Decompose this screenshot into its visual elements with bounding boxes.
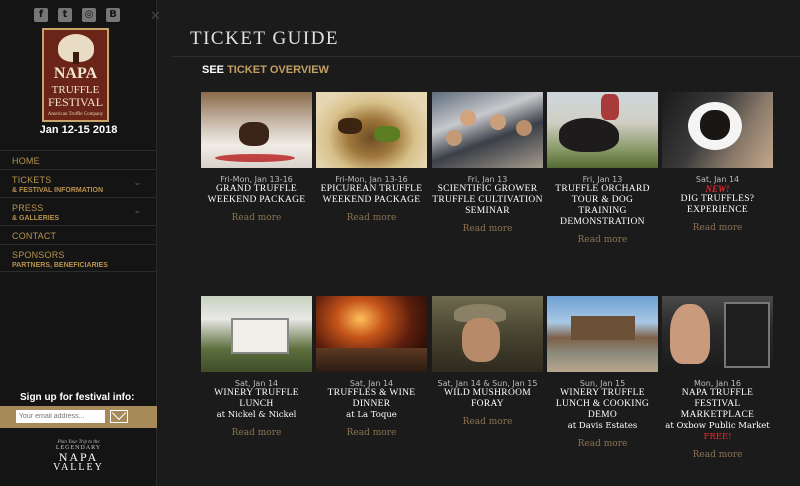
nav-item-contact[interactable]: CONTACT xyxy=(0,225,157,244)
blogger-icon[interactable]: B xyxy=(106,8,120,22)
event-date: Fri, Jan 13 xyxy=(467,175,508,184)
event-venue: at La Toque xyxy=(346,410,397,420)
logo-line-3: FESTIVAL xyxy=(47,95,104,109)
event-date: Sat, Jan 14 xyxy=(234,379,279,388)
event-card[interactable]: Sun, Jan 15 Winery Truffle Lunch & Cooki… xyxy=(547,296,658,449)
read-more-link[interactable]: Read more xyxy=(201,428,312,438)
see-overview: SEE TICKET OVERVIEW xyxy=(202,64,329,76)
napa-valley-logo[interactable]: Plan Your Trip to the LEGENDARY NAPA VAL… xyxy=(0,440,157,473)
event-date: Fri-Mon, Jan 13-16 xyxy=(220,175,293,184)
event-date: Sat, Jan 14 xyxy=(695,175,740,184)
event-card[interactable]: Fri, Jan 13 Truffle Orchard Tour & Dog T… xyxy=(547,92,658,245)
event-card[interactable]: Fri-Mon, Jan 13-16 Epicurean Truffle Wee… xyxy=(316,92,427,223)
plan-line-4: VALLEY xyxy=(53,462,104,473)
event-image[interactable] xyxy=(201,92,312,168)
event-image[interactable] xyxy=(432,296,543,372)
new-badge: NEW! xyxy=(705,184,730,194)
logo-line-4: American Truffle Company xyxy=(47,112,104,117)
event-venue: at Oxbow Public Market xyxy=(665,421,770,431)
read-more-link[interactable]: Read more xyxy=(316,428,427,438)
read-more-link[interactable]: Read more xyxy=(547,235,658,245)
read-more-link[interactable]: Read more xyxy=(316,213,427,223)
sidebar: f t ◎ B ✕ NAPA TRUFFLE FESTIVAL American… xyxy=(0,0,161,486)
event-title[interactable]: Grand Truffle Weekend Package xyxy=(201,184,312,206)
nav-item-label: PRESS xyxy=(12,203,44,213)
nav-item-home[interactable]: HOME xyxy=(0,150,157,169)
free-badge: FREE! xyxy=(703,432,732,442)
event-image[interactable] xyxy=(316,92,427,168)
read-more-link[interactable]: Read more xyxy=(662,450,773,460)
nav-item-tickets[interactable]: TICKETS & FESTIVAL INFORMATION ⌄ xyxy=(0,169,157,197)
festival-logo[interactable]: NAPA TRUFFLE FESTIVAL American Truffle C… xyxy=(42,28,109,122)
event-title[interactable]: Truffles & Wine Dinner xyxy=(316,388,427,410)
instagram-icon[interactable]: ◎ xyxy=(82,8,96,22)
event-image[interactable] xyxy=(662,296,773,372)
read-more-link[interactable]: Read more xyxy=(547,439,658,449)
event-image[interactable] xyxy=(316,296,427,372)
event-image[interactable] xyxy=(662,92,773,168)
close-icon[interactable]: ✕ xyxy=(150,9,161,24)
event-date: Mon, Jan 16 xyxy=(693,379,741,388)
event-title[interactable]: Winery Truffle Lunch xyxy=(201,388,312,410)
event-title[interactable]: Dig Truffles? Experience xyxy=(662,194,773,216)
chevron-down-icon[interactable]: ⌄ xyxy=(133,206,141,216)
chevron-down-icon[interactable]: ⌄ xyxy=(133,178,141,188)
read-more-link[interactable]: Read more xyxy=(432,224,543,234)
facebook-icon[interactable]: f xyxy=(34,8,48,22)
event-image[interactable] xyxy=(547,92,658,168)
twitter-icon[interactable]: t xyxy=(58,8,72,22)
event-date: Sat, Jan 14 xyxy=(349,379,394,388)
ticket-overview-link[interactable]: TICKET OVERVIEW xyxy=(227,64,329,76)
mail-icon[interactable] xyxy=(110,410,128,423)
event-title[interactable]: Truffle Orchard Tour & Dog Training Demo… xyxy=(547,184,658,228)
signup-label: Sign up for festival info: xyxy=(20,392,135,403)
logo-line-1: NAPA xyxy=(53,65,98,82)
nav-item-label: CONTACT xyxy=(12,231,57,241)
social-links: f t ◎ B xyxy=(34,8,120,22)
event-venue: at Davis Estates xyxy=(567,421,638,431)
event-title[interactable]: Winery Truffle Lunch & Cooking Demo xyxy=(547,388,658,421)
read-more-link[interactable]: Read more xyxy=(662,223,773,233)
event-title[interactable]: Napa Truffle Festival Marketplace xyxy=(662,388,773,421)
event-title[interactable]: Epicurean Truffle Weekend Package xyxy=(316,184,427,206)
festival-dates: Jan 12-15 2018 xyxy=(39,124,118,136)
event-card[interactable]: Fri, Jan 13 Scientific Grower Truffle Cu… xyxy=(432,92,543,234)
event-card[interactable]: Sat, Jan 14 Winery Truffle Lunch at Nick… xyxy=(201,296,312,438)
nav-item-sublabel: PARTNERS, BENEFICIARIES xyxy=(12,262,108,269)
event-image[interactable] xyxy=(547,296,658,372)
event-title[interactable]: Scientific Grower Truffle Cultivation Se… xyxy=(432,184,543,217)
signup-form xyxy=(0,406,157,428)
nav-item-label: TICKETS xyxy=(12,175,52,185)
event-card[interactable]: Fri-Mon, Jan 13-16 Grand Truffle Weekend… xyxy=(201,92,312,223)
event-card[interactable]: Sat, Jan 14 Truffles & Wine Dinner at La… xyxy=(316,296,427,438)
event-date: Sat, Jan 14 & Sun, Jan 15 xyxy=(437,379,538,388)
event-card[interactable]: Mon, Jan 16 Napa Truffle Festival Market… xyxy=(662,296,773,460)
event-venue: at Nickel & Nickel xyxy=(216,410,297,420)
email-input[interactable] xyxy=(16,410,105,423)
divider xyxy=(172,56,800,57)
event-card[interactable]: Sat, Jan 14 & Sun, Jan 15 Wild Mushroom … xyxy=(432,296,543,427)
event-image[interactable] xyxy=(201,296,312,372)
nav-item-label: SPONSORS xyxy=(12,250,65,260)
event-date: Sun, Jan 15 xyxy=(579,379,626,388)
event-title[interactable]: Wild Mushroom Foray xyxy=(432,388,543,410)
main-nav: HOME TICKETS & FESTIVAL INFORMATION ⌄ PR… xyxy=(0,150,157,272)
event-date: Fri-Mon, Jan 13-16 xyxy=(335,175,408,184)
event-card[interactable]: Sat, Jan 14 NEW! Dig Truffles? Experienc… xyxy=(662,92,773,233)
see-prefix: SEE xyxy=(202,64,228,76)
event-date: Fri, Jan 13 xyxy=(582,175,623,184)
nav-item-sponsors[interactable]: SPONSORS PARTNERS, BENEFICIARIES xyxy=(0,244,157,272)
read-more-link[interactable]: Read more xyxy=(201,213,312,223)
read-more-link[interactable]: Read more xyxy=(432,417,543,427)
nav-item-sublabel: & FESTIVAL INFORMATION xyxy=(12,187,103,194)
nav-item-sublabel: & GALLERIES xyxy=(12,215,60,222)
nav-item-label: HOME xyxy=(12,156,40,166)
page-title: TICKET GUIDE xyxy=(190,28,340,49)
tree-icon xyxy=(58,34,94,64)
nav-item-press[interactable]: PRESS & GALLERIES ⌄ xyxy=(0,197,157,225)
event-image[interactable] xyxy=(432,92,543,168)
